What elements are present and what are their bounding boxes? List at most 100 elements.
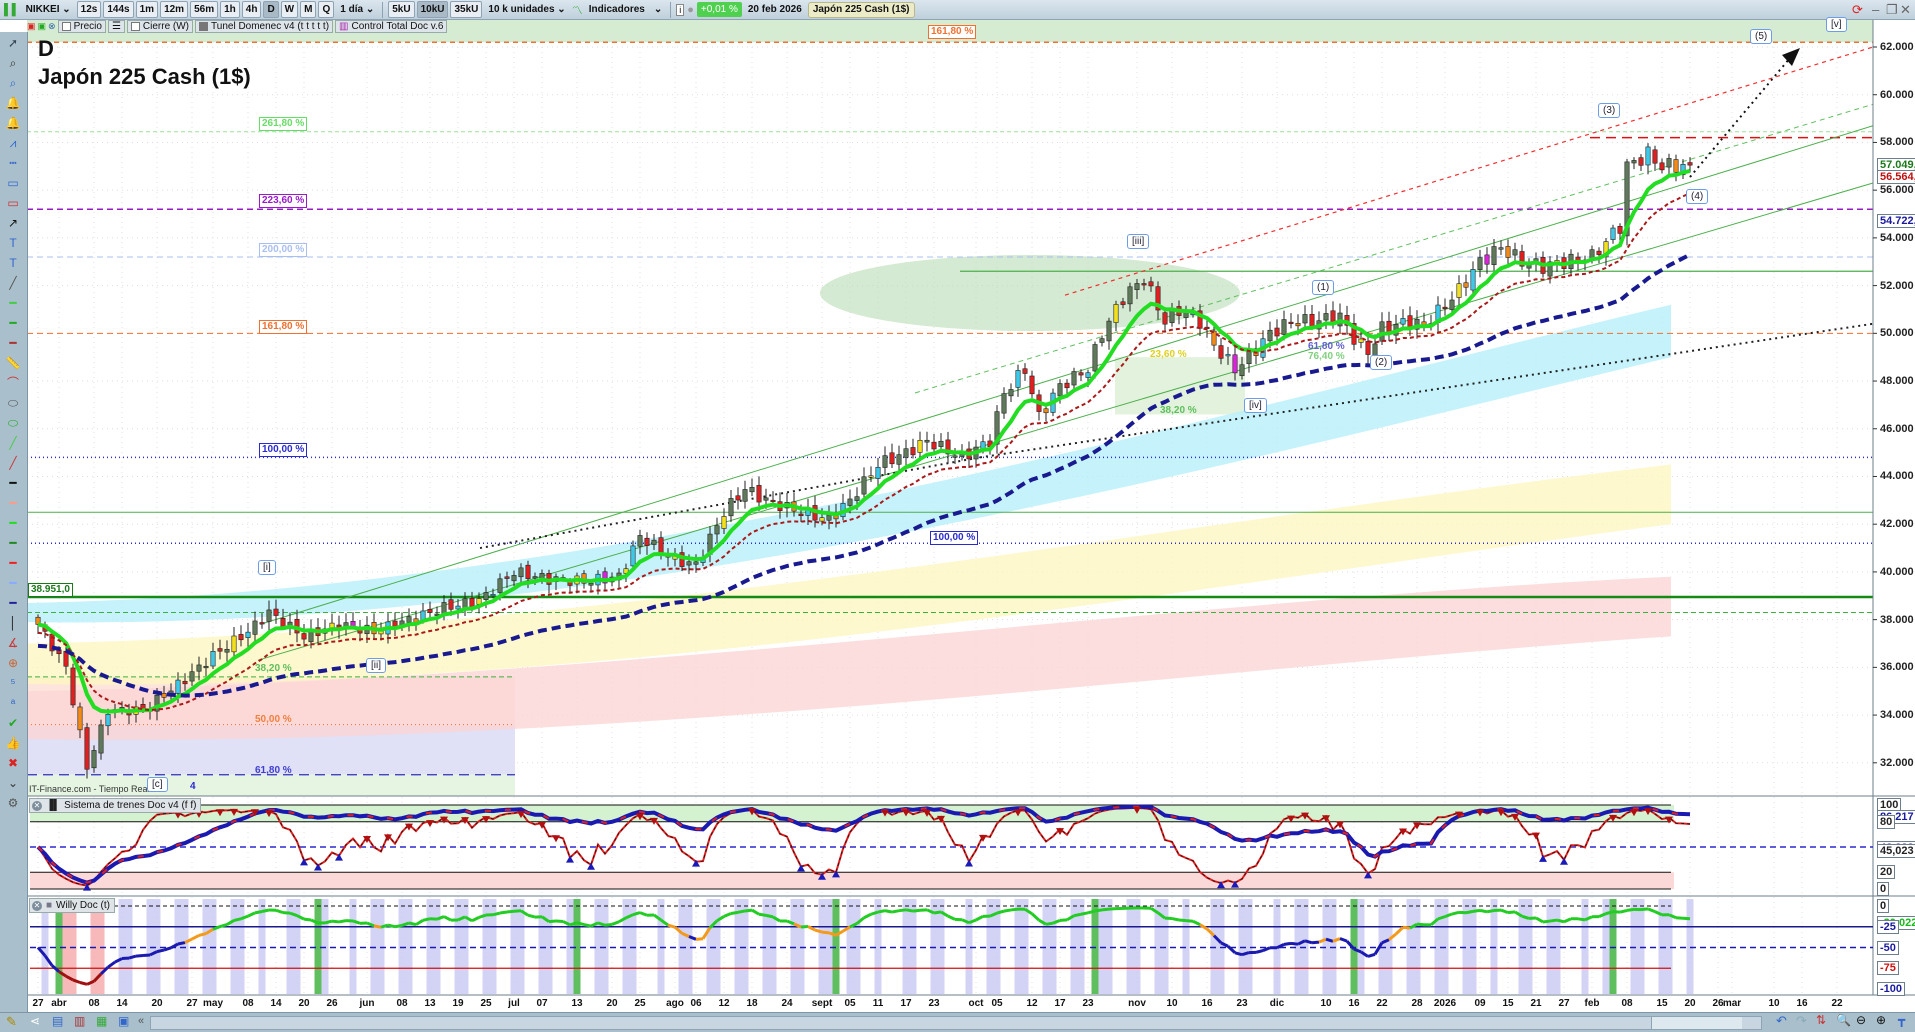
- willy-line: [906, 910, 913, 911]
- more-icon[interactable]: ⌄: [3, 774, 23, 792]
- collapse-icon[interactable]: «: [138, 1015, 144, 1027]
- price-chart[interactable]: [0, 0, 1915, 1031]
- willy-line: [374, 926, 381, 927]
- legend-item-tunel[interactable]: Tunel Domenec v4 (t t t t t): [195, 20, 333, 33]
- ellipse-icon[interactable]: ⬭: [3, 394, 23, 412]
- check-icon[interactable]: ✔: [3, 714, 23, 732]
- close-panel-icon[interactable]: ✕: [32, 901, 42, 911]
- candle: [1632, 160, 1636, 163]
- cursor-icon[interactable]: ➚: [3, 34, 23, 52]
- text-icon[interactable]: T: [3, 234, 23, 252]
- compare-icon[interactable]: ▦: [96, 1014, 107, 1028]
- legend-close-icon[interactable]: ▣: [27, 21, 36, 32]
- candle: [498, 579, 502, 593]
- signal-stripe: [203, 899, 210, 994]
- wave-label[interactable]: [iv]: [1244, 398, 1267, 413]
- cross-icon[interactable]: ⊕: [3, 654, 23, 672]
- zoom-area-icon[interactable]: ⌕: [3, 74, 23, 92]
- zoom-fit-icon[interactable]: 🔍: [1836, 1013, 1851, 1027]
- line-lime-icon[interactable]: ━: [3, 514, 23, 532]
- line-icon[interactable]: ╱: [3, 274, 23, 292]
- wave-label[interactable]: (3): [1598, 103, 1620, 118]
- close-panel-icon[interactable]: ✕: [32, 801, 42, 811]
- legend-settings-icon[interactable]: ⊗: [48, 21, 56, 32]
- fib-level-label: 161,80 %: [259, 320, 307, 334]
- trend-green-icon[interactable]: ╱: [3, 434, 23, 452]
- line-green-icon[interactable]: ━: [3, 534, 23, 552]
- wave-label[interactable]: [c]: [147, 777, 168, 792]
- wave-label[interactable]: (2): [1370, 355, 1392, 370]
- share-icon[interactable]: ⋖: [30, 1014, 40, 1028]
- panel-willy-title[interactable]: Willy Doc (t): [56, 899, 110, 912]
- date-tick-label: 25: [634, 998, 645, 1009]
- zoom-icon[interactable]: ⌕: [3, 54, 23, 72]
- undo-icon[interactable]: ↶: [1776, 1013, 1787, 1029]
- ellipse2-icon[interactable]: ⬭: [3, 414, 23, 432]
- line-black-icon[interactable]: ━: [3, 474, 23, 492]
- zoom-out-icon[interactable]: ⊖: [1856, 1013, 1866, 1027]
- angle-icon[interactable]: ∡: [3, 634, 23, 652]
- abc-icon[interactable]: ᵃ: [3, 694, 23, 712]
- legend-item-precio[interactable]: Precio: [58, 20, 106, 33]
- channel-icon[interactable]: ⌒: [3, 374, 23, 392]
- thumb-icon[interactable]: 👍: [3, 734, 23, 752]
- scrollbar-thumb[interactable]: [1651, 1017, 1742, 1029]
- signal-stripe: [1134, 899, 1141, 994]
- line-red-icon[interactable]: ━: [3, 554, 23, 572]
- fibo-icon[interactable]: ⩘: [3, 134, 23, 152]
- report-icon[interactable]: ▥: [74, 1014, 85, 1028]
- legend-item-cierre[interactable]: Cierre (W): [127, 20, 193, 33]
- date-tick-label: feb: [1585, 998, 1600, 1009]
- willy-line: [192, 935, 199, 939]
- alert-icon[interactable]: 🔔: [3, 94, 23, 112]
- waves-icon[interactable]: ⁵: [3, 674, 23, 692]
- rectangle-icon[interactable]: ▭: [3, 174, 23, 192]
- legend-add-icon[interactable]: ▣: [38, 21, 47, 32]
- alarm-icon[interactable]: 🔔: [3, 114, 23, 132]
- trend-red-icon[interactable]: ╱: [3, 454, 23, 472]
- wave-label[interactable]: [iii]: [1127, 234, 1149, 249]
- legend-item-control-total[interactable]: ▥Control Total Doc v.6: [335, 20, 447, 33]
- wave-label[interactable]: (1): [1312, 280, 1334, 295]
- line3-icon[interactable]: ━: [3, 314, 23, 332]
- autoscale-icon[interactable]: ⇅: [1816, 1013, 1826, 1027]
- panel-trenes-title[interactable]: Sistema de trenes Doc v4 (f f): [64, 799, 196, 812]
- last-value-label: 56.564,5: [1877, 170, 1915, 184]
- wave-label[interactable]: (4): [1686, 189, 1708, 204]
- delete-icon[interactable]: ✖: [3, 754, 23, 772]
- ruler-icon[interactable]: 📏: [3, 354, 23, 372]
- redo-icon[interactable]: ↷: [1796, 1013, 1807, 1029]
- line4-icon[interactable]: ━: [3, 334, 23, 352]
- line-navy-icon[interactable]: ━: [3, 594, 23, 612]
- willy-line: [633, 913, 640, 915]
- tools-icon[interactable]: ⚙: [3, 794, 23, 812]
- wave-label[interactable]: 4: [186, 780, 200, 793]
- signal-stripe: [658, 899, 665, 994]
- candle: [1142, 284, 1146, 286]
- candle: [1688, 163, 1692, 166]
- pencil-icon[interactable]: ✎: [6, 1014, 17, 1030]
- candle: [1296, 323, 1300, 326]
- wave-label[interactable]: [v]: [1826, 17, 1847, 32]
- willy-line: [493, 913, 500, 915]
- line-salmon-icon[interactable]: ━: [3, 494, 23, 512]
- willy-line: [1284, 943, 1291, 944]
- fibo-level-icon[interactable]: ┅: [3, 154, 23, 172]
- vertical-line-icon[interactable]: │: [3, 614, 23, 632]
- ruler-icon[interactable]: ┳: [1898, 1013, 1905, 1027]
- line-lightblue-icon[interactable]: ━: [3, 574, 23, 592]
- horizontal-scrollbar[interactable]: [150, 1016, 1762, 1030]
- willy-line: [696, 939, 703, 940]
- rectangle-fill-icon[interactable]: ▭: [3, 194, 23, 212]
- text-alt-icon[interactable]: T: [3, 254, 23, 272]
- line2-icon[interactable]: ━: [3, 294, 23, 312]
- zoom-in-icon[interactable]: ⊕: [1876, 1013, 1886, 1027]
- wave-label[interactable]: [ii]: [366, 658, 386, 673]
- arrow-icon[interactable]: ↗: [3, 214, 23, 232]
- window-icon[interactable]: ▣: [118, 1014, 129, 1028]
- wave-label[interactable]: [i]: [258, 560, 276, 575]
- wave-label[interactable]: (5): [1750, 29, 1772, 44]
- candle: [1023, 369, 1027, 374]
- legend-list-icon[interactable]: ☰: [108, 20, 125, 33]
- chat-icon[interactable]: ▤: [52, 1014, 63, 1028]
